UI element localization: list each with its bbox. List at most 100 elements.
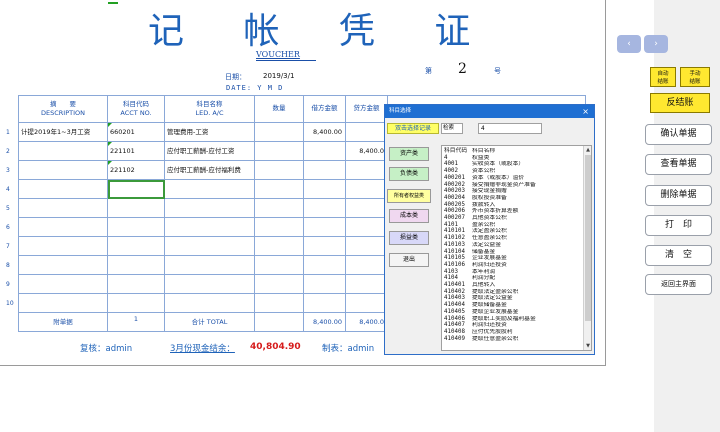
cash-balance-label[interactable]: 3月份现金结余： — [170, 342, 235, 354]
category-button[interactable]: 负债类 — [389, 167, 429, 181]
row-credit[interactable]: 8,400.0 — [346, 142, 388, 161]
row-credit[interactable] — [346, 294, 388, 313]
row-debit[interactable] — [304, 256, 346, 275]
list-item[interactable]: 4104 利润分配 — [444, 275, 584, 282]
list-item[interactable]: 4 权益类 — [444, 155, 584, 162]
row-description[interactable] — [18, 180, 108, 199]
row-qty[interactable] — [255, 237, 304, 256]
list-item[interactable]: 410104 储备基金 — [444, 249, 584, 256]
row-description[interactable] — [18, 218, 108, 237]
row-acct-name[interactable]: 应付职工薪酬-应付福利费 — [165, 161, 255, 180]
row-acct-code[interactable] — [108, 180, 165, 199]
delete-voucher-button[interactable]: 删除单据 — [645, 185, 712, 206]
next-voucher-button[interactable]: › — [644, 35, 668, 53]
row-description[interactable] — [18, 294, 108, 313]
row-debit[interactable] — [304, 142, 346, 161]
list-item[interactable]: 410106 利润归还投资 — [444, 262, 584, 269]
row-qty[interactable] — [255, 275, 304, 294]
reverse-settle-button[interactable]: 反结账 — [650, 93, 710, 113]
row-acct-name[interactable] — [165, 218, 255, 237]
list-item[interactable]: 410102 任意盈余公积 — [444, 235, 584, 242]
search-input[interactable]: 4 — [478, 123, 542, 134]
list-item[interactable]: 410404 提取储备基金 — [444, 302, 584, 309]
list-item[interactable]: 400201 资本（或股本）溢价 — [444, 175, 584, 182]
list-item[interactable]: 4103 本年利润 — [444, 269, 584, 276]
print-button[interactable]: 打 印 — [645, 215, 712, 236]
close-icon[interactable]: × — [582, 105, 589, 118]
row-acct-name[interactable] — [165, 294, 255, 313]
row-debit[interactable] — [304, 218, 346, 237]
category-button[interactable]: 损益类 — [389, 231, 429, 245]
row-credit[interactable] — [346, 180, 388, 199]
row-acct-code[interactable]: 221101 — [108, 142, 165, 161]
row-acct-code[interactable] — [108, 199, 165, 218]
scroll-thumb[interactable] — [585, 155, 591, 321]
category-button[interactable]: 退出 — [389, 253, 429, 267]
row-acct-name[interactable]: 应付职工薪酬-应付工资 — [165, 142, 255, 161]
list-scrollbar[interactable]: ▲ ▼ — [583, 146, 591, 350]
row-debit[interactable] — [304, 294, 346, 313]
list-item[interactable]: 410103 法定公益金 — [444, 242, 584, 249]
row-acct-name[interactable] — [165, 275, 255, 294]
row-acct-code[interactable] — [108, 218, 165, 237]
row-debit[interactable] — [304, 275, 346, 294]
row-qty[interactable] — [255, 199, 304, 218]
row-description[interactable] — [18, 275, 108, 294]
category-button[interactable]: 资产类 — [389, 147, 429, 161]
scroll-down-icon[interactable]: ▼ — [585, 343, 591, 349]
row-debit[interactable]: 8,400.00 — [304, 123, 346, 142]
list-item[interactable]: 400205 拨款转入 — [444, 202, 584, 209]
row-acct-code[interactable] — [108, 294, 165, 313]
row-description[interactable]: 计提2019年1~3月工资 — [18, 123, 108, 142]
return-main-button[interactable]: 返回主界面 — [645, 274, 712, 295]
row-credit[interactable] — [346, 161, 388, 180]
confirm-voucher-button[interactable]: 确认单据 — [645, 124, 712, 145]
list-item[interactable]: 410407 利润归还投资 — [444, 322, 584, 329]
row-acct-code[interactable]: 221102 — [108, 161, 165, 180]
list-item[interactable]: 410406 提取职工奖励及福利基金 — [444, 316, 584, 323]
list-item[interactable]: 科目代码 科目名称 — [444, 148, 584, 155]
list-item[interactable]: 410408 应付优先股股利 — [444, 329, 584, 336]
row-debit[interactable] — [304, 237, 346, 256]
list-item[interactable]: 410405 提取企业发展基金 — [444, 309, 584, 316]
auto-settle-button[interactable]: 自动 结账 — [650, 67, 676, 87]
list-item[interactable]: 410101 法定盈余公积 — [444, 228, 584, 235]
row-qty[interactable] — [255, 256, 304, 275]
row-credit[interactable] — [346, 237, 388, 256]
list-item[interactable]: 400207 其他资本公积 — [444, 215, 584, 222]
row-acct-code[interactable] — [108, 256, 165, 275]
attach-count[interactable]: 1 — [108, 313, 165, 332]
row-acct-code[interactable] — [108, 237, 165, 256]
row-acct-name[interactable] — [165, 256, 255, 275]
row-qty[interactable] — [255, 142, 304, 161]
category-button[interactable]: 所有者权益类 — [387, 189, 431, 203]
date-value[interactable]: 2019/3/1 — [263, 72, 294, 80]
list-item[interactable]: 400202 接受捐赠非现金资产准备 — [444, 182, 584, 189]
view-voucher-button[interactable]: 查看单据 — [645, 154, 712, 175]
row-qty[interactable] — [255, 123, 304, 142]
row-qty[interactable] — [255, 294, 304, 313]
list-item[interactable]: 400206 外币资本折算差额 — [444, 208, 584, 215]
row-debit[interactable] — [304, 180, 346, 199]
list-item[interactable]: 410105 企业发展基金 — [444, 255, 584, 262]
row-credit[interactable] — [346, 199, 388, 218]
voucher-no-value[interactable]: 2 — [458, 61, 467, 77]
account-list[interactable]: 科目代码 科目名称 4 权益类 4001 实收资本（或股本） 4002 资本公积 400201 资… — [441, 145, 592, 351]
row-qty[interactable] — [255, 161, 304, 180]
list-item[interactable]: 4002 资本公积 — [444, 168, 584, 175]
row-debit[interactable] — [304, 199, 346, 218]
row-qty[interactable] — [255, 180, 304, 199]
list-item[interactable]: 4101 盈余公积 — [444, 222, 584, 229]
row-description[interactable] — [18, 161, 108, 180]
list-item[interactable]: 410401 其他转入 — [444, 282, 584, 289]
row-acct-name[interactable]: 管理费用-工资 — [165, 123, 255, 142]
row-debit[interactable] — [304, 161, 346, 180]
row-credit[interactable] — [346, 218, 388, 237]
row-description[interactable] — [18, 256, 108, 275]
row-acct-name[interactable] — [165, 180, 255, 199]
row-credit[interactable] — [346, 123, 388, 142]
list-item[interactable]: 400203 接受现金捐赠 — [444, 188, 584, 195]
row-credit[interactable] — [346, 275, 388, 294]
row-credit[interactable] — [346, 256, 388, 275]
row-acct-name[interactable] — [165, 237, 255, 256]
